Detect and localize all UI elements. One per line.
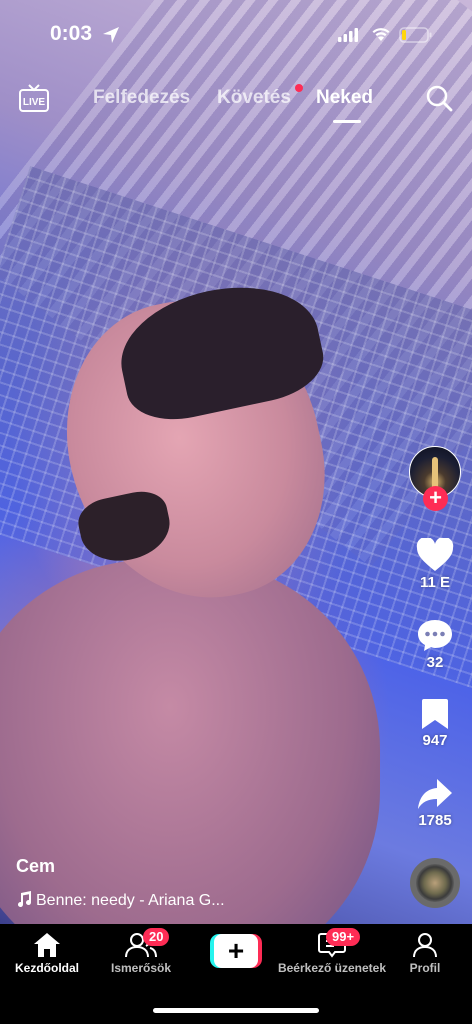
nav-home-label: Kezdőoldal (14, 961, 79, 975)
active-tab-indicator (333, 120, 361, 123)
following-notification-dot (295, 84, 303, 92)
comment-button[interactable]: 32 (400, 618, 470, 671)
location-arrow-icon (103, 27, 119, 43)
create-plus-icon: + (214, 934, 258, 968)
top-nav: LIVE Felfedezés Követés Neked (0, 78, 472, 128)
status-bar: 0:03 (0, 0, 472, 70)
bookmark-count: 947 (422, 732, 448, 749)
create-button[interactable]: + (210, 934, 262, 968)
video-body (0, 560, 380, 924)
nav-friends[interactable]: 20 Ismerősök (103, 928, 179, 975)
status-time: 0:03 (50, 22, 93, 45)
music-title: Benne: needy - Ariana G... (36, 892, 225, 909)
home-indicator (153, 1008, 319, 1013)
follow-plus-button[interactable]: + (423, 486, 448, 511)
search-icon[interactable] (425, 84, 453, 112)
inbox-badge: 99+ (326, 928, 361, 946)
nav-home[interactable]: Kezdőoldal (8, 932, 86, 975)
nav-profile-label: Profil (409, 961, 441, 975)
live-label: LIVE (23, 97, 46, 108)
music-disc[interactable] (410, 858, 460, 908)
nav-inbox[interactable]: 99+ Beérkező üzenetek (276, 928, 388, 975)
creator-username[interactable]: Cem (16, 856, 55, 877)
battery-icon (399, 27, 432, 43)
creator-avatar-group[interactable]: + (409, 446, 463, 511)
friends-badge: 20 (143, 928, 170, 946)
heart-icon (416, 538, 454, 571)
share-arrow-icon (418, 779, 452, 809)
profile-icon (413, 933, 437, 958)
home-icon (34, 933, 60, 957)
comment-icon (418, 620, 452, 651)
signal-icon (338, 28, 358, 42)
like-count: 11 E (419, 574, 451, 591)
live-icon[interactable]: LIVE (18, 84, 50, 114)
share-button[interactable]: 1785 (400, 778, 470, 829)
tab-following[interactable]: Követés (217, 87, 291, 109)
share-count: 1785 (418, 812, 452, 829)
comment-count: 32 (426, 654, 444, 671)
nav-profile[interactable]: Profil (398, 932, 452, 975)
nav-inbox-label: Beérkező üzenetek (277, 961, 387, 975)
bookmark-icon (422, 699, 448, 729)
tab-for-you[interactable]: Neked (316, 87, 373, 109)
bookmark-button[interactable]: 947 (400, 698, 470, 749)
music-note-icon (18, 891, 32, 907)
music-info[interactable]: Benne: needy - Ariana G... (16, 891, 225, 910)
like-button[interactable]: 11 E (400, 538, 470, 591)
nav-friends-label: Ismerősök (110, 961, 172, 975)
tab-discover[interactable]: Felfedezés (93, 87, 190, 109)
wifi-icon (372, 28, 390, 41)
